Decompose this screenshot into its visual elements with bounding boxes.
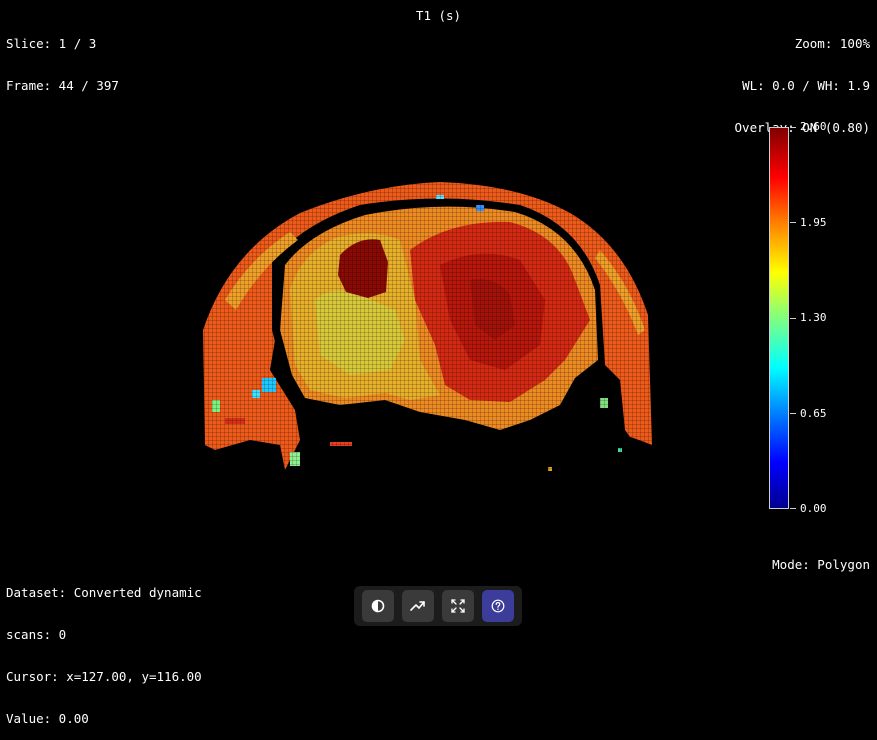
window-level-indicator: WL: 0.0 / WH: 1.9	[742, 78, 870, 93]
colorbar-label-min: 0.00	[800, 502, 827, 515]
zoom-indicator: Zoom: 100%	[794, 36, 870, 51]
top-left-info: Slice: 1 / 3 Frame: 44 / 397	[6, 9, 119, 107]
colorbar-label: 0.65	[800, 407, 827, 420]
mode-indicator: Mode: Polygon	[772, 557, 870, 572]
t1-map-image	[200, 180, 655, 475]
help-button[interactable]	[482, 590, 514, 622]
bottom-toolbar	[354, 586, 522, 626]
colorbar-tick	[790, 508, 796, 509]
bottom-left-info: Dataset: Converted dynamic scans: 0 Curs…	[6, 558, 202, 740]
cursor-readout: Cursor: x=127.00, y=116.00	[6, 669, 202, 684]
colorbar-label-max: 2.60	[800, 120, 827, 133]
help-icon	[491, 599, 505, 613]
colorbar-tick	[790, 318, 796, 319]
colorbar-tick	[790, 413, 796, 414]
fullscreen-button[interactable]	[442, 590, 474, 622]
colorbar-label: 1.95	[800, 216, 827, 229]
dataset-label: Dataset: Converted dynamic	[6, 585, 202, 600]
colorbar	[769, 127, 789, 509]
contrast-button[interactable]	[362, 590, 394, 622]
fullscreen-icon	[451, 599, 465, 613]
contrast-icon	[371, 599, 385, 613]
colorbar-tick	[790, 127, 796, 128]
trend-icon	[410, 601, 425, 611]
value-readout: Value: 0.00	[6, 711, 89, 726]
scans-label: scans: 0	[6, 627, 67, 642]
frame-indicator: Frame: 44 / 397	[6, 78, 119, 93]
slice-indicator: Slice: 1 / 3	[6, 36, 97, 51]
trend-button[interactable]	[402, 590, 434, 622]
colorbar-tick	[790, 222, 796, 223]
colorbar-label: 1.30	[800, 311, 827, 324]
